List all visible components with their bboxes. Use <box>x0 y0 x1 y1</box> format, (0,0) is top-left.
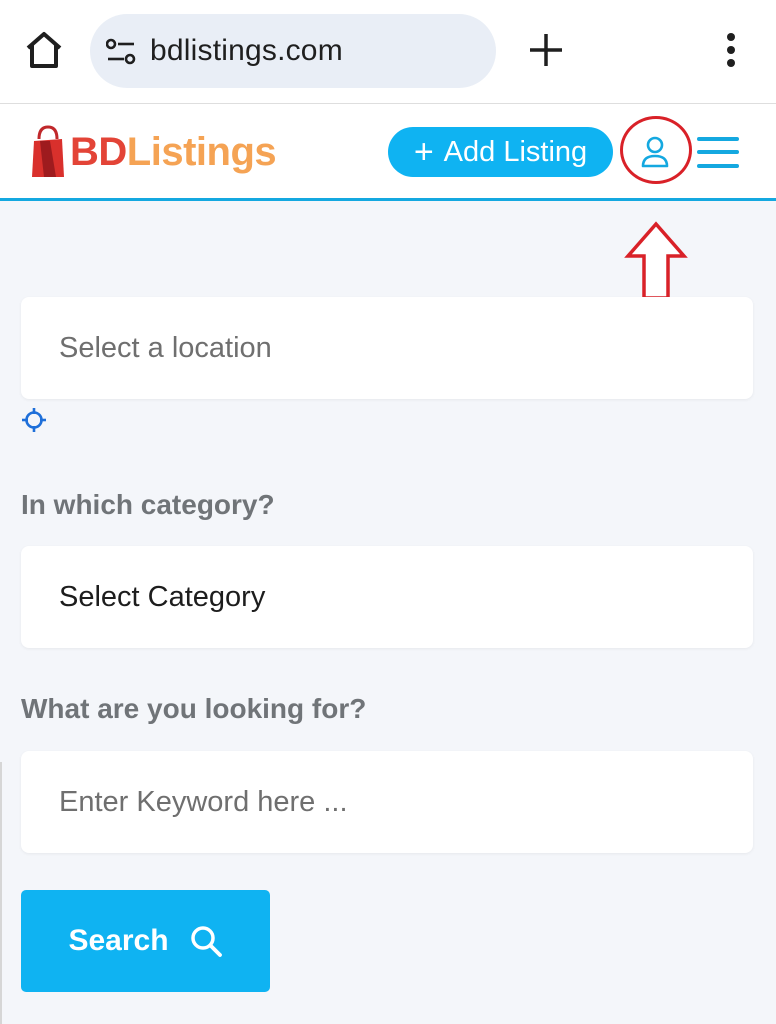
crosshair-icon[interactable] <box>21 407 47 433</box>
annotation-up-arrow-icon <box>624 221 688 300</box>
home-button[interactable] <box>22 28 66 72</box>
add-listing-label: Add Listing <box>443 135 588 168</box>
more-vertical-icon <box>727 33 735 67</box>
hamburger-icon[interactable] <box>697 137 739 169</box>
location-select[interactable]: Select a location <box>21 297 753 399</box>
plus-icon: + <box>413 133 434 171</box>
tune-icon[interactable] <box>106 38 136 66</box>
address-bar[interactable]: bdlistings.com <box>90 14 496 88</box>
logo-text-bd: BD <box>70 129 127 174</box>
logo-text-listings: Listings <box>126 129 277 174</box>
search-icon <box>190 926 222 957</box>
url-text: bdlistings.com <box>150 34 343 67</box>
divider <box>0 762 2 1024</box>
logo-text: BDListings <box>70 129 277 175</box>
new-tab-button[interactable] <box>526 30 566 70</box>
plus-icon <box>530 34 562 66</box>
category-label: In which category? <box>21 489 275 520</box>
search-button-label: Search <box>68 924 169 957</box>
annotation-circle <box>620 116 692 184</box>
add-listing-button[interactable]: + Add Listing <box>388 127 613 177</box>
category-select[interactable]: Select Category <box>21 546 753 648</box>
search-button[interactable]: Search <box>21 890 270 992</box>
shopping-bag-icon <box>32 125 64 177</box>
keyword-input[interactable]: Enter Keyword here ... <box>21 751 753 853</box>
browser-menu-button[interactable] <box>716 30 746 70</box>
browser-toolbar: bdlistings.com <box>0 0 776 104</box>
keyword-label: What are you looking for? <box>21 693 367 724</box>
site-logo[interactable]: BDListings <box>30 122 277 182</box>
home-icon <box>26 32 62 68</box>
